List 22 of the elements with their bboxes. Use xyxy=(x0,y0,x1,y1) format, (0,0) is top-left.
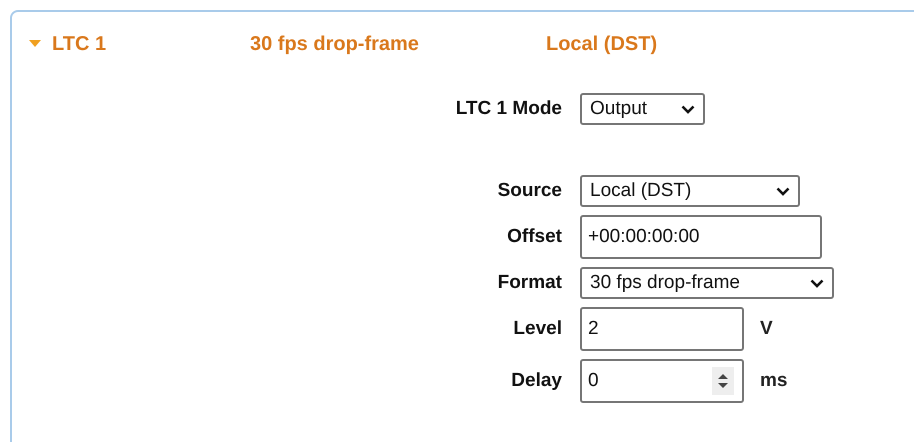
chevron-down-icon xyxy=(776,186,790,196)
chevron-down-icon xyxy=(681,104,695,114)
field-label: Offset xyxy=(506,226,562,248)
dropdown[interactable]: Local (DST) xyxy=(580,175,800,207)
dropdown[interactable]: 30 fps drop-frame xyxy=(580,267,834,299)
input-field[interactable]: 2 xyxy=(580,307,744,351)
spinner-icon[interactable] xyxy=(712,367,734,395)
number-field[interactable]: 0 xyxy=(580,359,744,403)
chevron-down-icon xyxy=(810,278,824,288)
field-label: Delay xyxy=(510,370,562,392)
section-title: LTC 1 xyxy=(52,32,108,56)
mode-dropdown[interactable]: Output xyxy=(580,93,705,125)
input-field[interactable]: +00:00:00:00 xyxy=(580,215,822,259)
unit-label: ms xyxy=(760,370,788,392)
source-summary: Local (DST) xyxy=(546,32,658,56)
format-summary: 30 fps drop-frame xyxy=(250,32,420,56)
unit-label: V xyxy=(760,318,773,340)
field-label: Level xyxy=(512,318,562,340)
field-label: LTC 1 Mode xyxy=(454,98,562,120)
caret-icon xyxy=(29,40,41,48)
field-label: Source xyxy=(496,180,562,202)
field-label: Format xyxy=(496,272,562,294)
